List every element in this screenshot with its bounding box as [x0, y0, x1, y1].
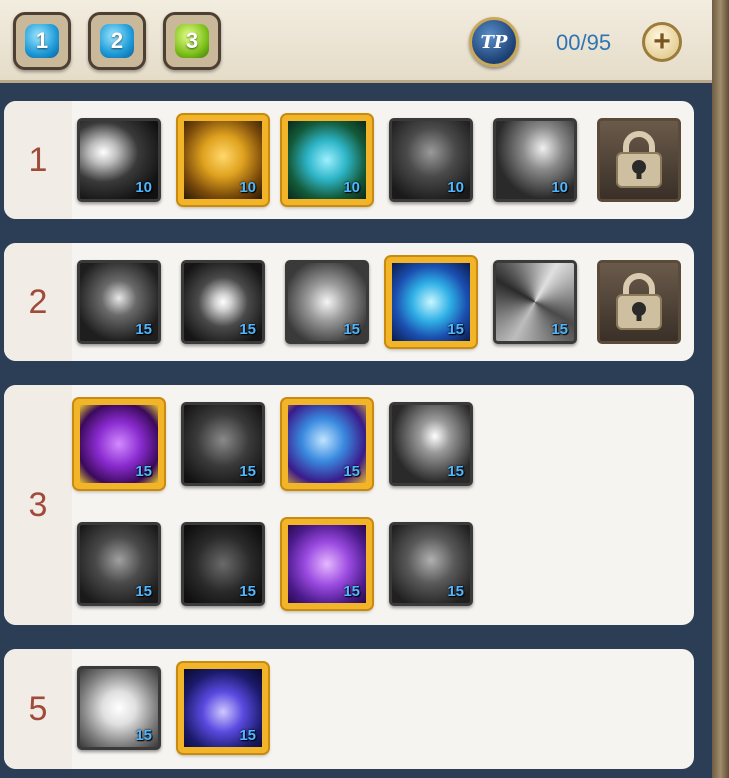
lock-icon: [616, 273, 662, 330]
skill-slot[interactable]: 15: [181, 260, 265, 344]
skill-slot[interactable]: 10: [178, 115, 268, 205]
add-tp-button[interactable]: +: [642, 22, 682, 62]
skill-slot[interactable]: 15: [181, 522, 265, 606]
skill-panel: 1 10 10 10 10 10 2 15 15 15 15 15 3 15 15 15 15 15 15…: [0, 83, 712, 778]
skill-level: 15: [447, 463, 464, 480]
lock-icon: [616, 131, 662, 188]
skill-slot[interactable]: 15: [386, 257, 476, 347]
skill-level: 15: [447, 583, 464, 600]
skill-slot[interactable]: 15: [389, 522, 473, 606]
skill-slot[interactable]: 15: [178, 663, 268, 753]
skill-level: 15: [135, 727, 152, 744]
tp-icon: TP: [469, 17, 519, 67]
tab-1-label: 1: [25, 24, 59, 58]
tab-3[interactable]: 3: [163, 12, 221, 70]
skill-level: 15: [447, 321, 464, 338]
window-frame: [712, 0, 729, 778]
skill-level: 15: [135, 321, 152, 338]
skill-slot[interactable]: 10: [389, 118, 473, 202]
locked-slot[interactable]: [597, 260, 681, 344]
skill-slot[interactable]: 15: [77, 666, 161, 750]
tab-2[interactable]: 2: [88, 12, 146, 70]
skill-level: 10: [343, 179, 360, 196]
skill-level: 10: [135, 179, 152, 196]
skill-slot[interactable]: 15: [77, 260, 161, 344]
skill-slot[interactable]: 15: [77, 522, 161, 606]
skill-level: 10: [551, 179, 568, 196]
tab-2-label: 2: [100, 24, 134, 58]
skill-slot[interactable]: 10: [77, 118, 161, 202]
skill-slot[interactable]: 15: [285, 260, 369, 344]
skill-level: 15: [343, 321, 360, 338]
skill-level: 15: [239, 583, 256, 600]
skill-slot[interactable]: 10: [282, 115, 372, 205]
skill-level: 15: [239, 727, 256, 744]
skill-row-5: 5 15 15: [4, 649, 694, 769]
row-label: 5: [4, 649, 72, 769]
skill-tree-header: 1 2 3 TP 00/95 +: [0, 0, 712, 83]
row-label: 3: [4, 385, 72, 625]
tab-1[interactable]: 1: [13, 12, 71, 70]
skill-row-3: 3 15 15 15 15 15 15 15 15: [4, 385, 694, 625]
tp-count: 00/95: [556, 30, 612, 55]
skill-level: 10: [239, 179, 256, 196]
skill-level: 15: [551, 321, 568, 338]
row-label: 1: [4, 101, 72, 219]
skill-level: 10: [447, 179, 464, 196]
skill-slot[interactable]: 15: [389, 402, 473, 486]
tab-3-label: 3: [175, 24, 209, 58]
skill-level: 15: [239, 321, 256, 338]
skill-slot[interactable]: 15: [74, 399, 164, 489]
locked-slot[interactable]: [597, 118, 681, 202]
skill-level: 15: [343, 463, 360, 480]
skill-level: 15: [239, 463, 256, 480]
skill-slot[interactable]: 15: [282, 519, 372, 609]
skill-row-2: 2 15 15 15 15 15: [4, 243, 694, 361]
plus-icon: +: [653, 25, 671, 58]
skill-level: 15: [343, 583, 360, 600]
row-label: 2: [4, 243, 72, 361]
skill-slot[interactable]: 15: [181, 402, 265, 486]
skill-level: 15: [135, 463, 152, 480]
skill-row-1: 1 10 10 10 10 10: [4, 101, 694, 219]
skill-slot[interactable]: 15: [282, 399, 372, 489]
skill-slot[interactable]: 15: [493, 260, 577, 344]
skill-slot[interactable]: 10: [493, 118, 577, 202]
skill-level: 15: [135, 583, 152, 600]
